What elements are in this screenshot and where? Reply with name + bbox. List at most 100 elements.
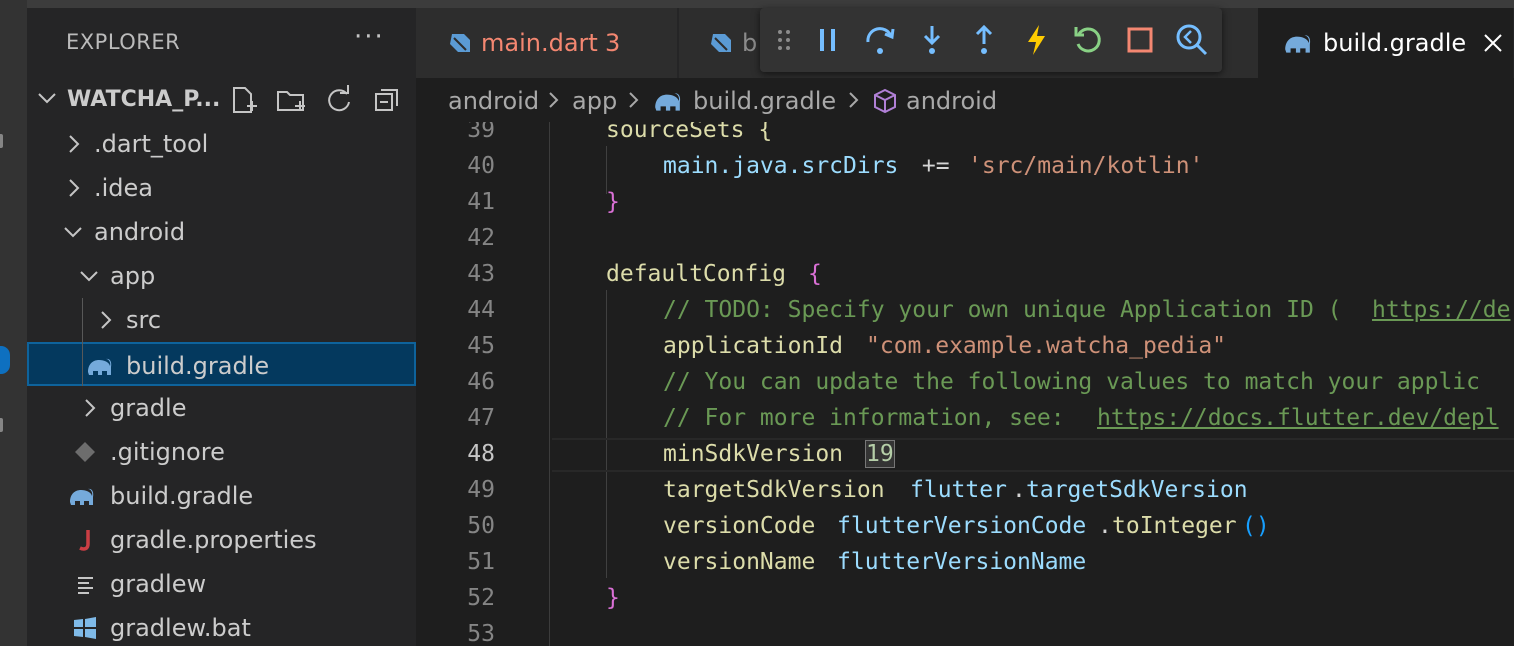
chevron-right-icon — [629, 92, 639, 108]
line-number: 39 — [467, 122, 495, 143]
tab-label: b — [742, 29, 758, 57]
chevron-right-icon — [85, 399, 96, 417]
tree-item-gradle-folder[interactable]: gradle — [27, 386, 416, 430]
code-line: 50 versionCode flutterVersionCode . toIn… — [416, 510, 1514, 546]
tree-item-label: gradle — [110, 394, 187, 422]
windows-icon — [74, 617, 96, 639]
explorer-header: EXPLORER ··· — [27, 22, 416, 66]
breadcrumb-item-android-symbol[interactable]: android — [906, 87, 997, 115]
devtools-icon[interactable] — [1174, 22, 1210, 58]
code-text: // You can update the following values t… — [663, 369, 1480, 395]
tree-item-label: gradlew — [110, 570, 207, 598]
tree-item-gradlew-bat[interactable]: gradlew.bat — [27, 606, 416, 646]
refresh-icon[interactable] — [323, 84, 355, 116]
code-editor[interactable]: 39 sourceSets { 40 main.java.srcDirs += … — [416, 122, 1514, 646]
code-text: . — [1012, 477, 1026, 503]
tab-build-gradle[interactable]: build.gradle — [1258, 8, 1514, 78]
code-text: versionCode — [663, 513, 816, 539]
code-text: "com.example.watcha_pedia" — [866, 333, 1227, 359]
code-line: 45 applicationId "com.example.watcha_ped… — [416, 330, 1514, 366]
code-line: 53 — [416, 618, 1514, 646]
code-text: main.java.srcDirs — [663, 153, 899, 179]
breadcrumb-item-app[interactable]: app — [572, 87, 617, 115]
tree-item-label: .gitignore — [110, 438, 225, 466]
more-actions-icon[interactable]: ··· — [354, 22, 385, 52]
code-text: flutterVersionName — [837, 549, 1087, 575]
chevron-right-icon — [849, 92, 859, 108]
new-folder-icon[interactable] — [275, 84, 307, 116]
tree-item-idea[interactable]: .idea — [27, 166, 416, 210]
code-line-current: 48 minSdkVersion 19 — [416, 438, 1514, 474]
line-number: 49 — [467, 477, 495, 503]
code-link[interactable]: https://docs.flutter.dev/depl — [1097, 405, 1499, 431]
breadcrumb-item-android[interactable]: android — [448, 87, 539, 115]
activity-bar — [0, 0, 27, 646]
line-number: 46 — [467, 369, 495, 395]
code-text: { — [808, 261, 822, 287]
breadcrumb-item-build-gradle[interactable]: build.gradle — [693, 87, 836, 115]
code-text: // For more information, see: — [663, 405, 1079, 431]
tree-item-dart-tool[interactable]: .dart_tool — [27, 122, 416, 166]
stop-icon[interactable] — [1122, 22, 1158, 58]
line-number: 41 — [467, 189, 495, 215]
tree-item-label: .dart_tool — [94, 130, 209, 158]
tree-item-gitignore[interactable]: .gitignore — [27, 430, 416, 474]
code-line: 40 main.java.srcDirs += 'src/main/kotlin… — [416, 150, 1514, 186]
editor-area: main.dart 3 b build.gradle android app b… — [416, 0, 1514, 646]
sidebar-top-strip — [27, 0, 416, 8]
gradle-elephant-icon — [655, 93, 681, 111]
tree-item-app-build-gradle[interactable]: build.gradle — [27, 342, 416, 386]
pause-icon[interactable] — [810, 22, 846, 58]
code-text: flutter — [910, 477, 1007, 503]
tree-item-label: android — [94, 218, 186, 246]
tree-item-gradlew[interactable]: gradlew — [27, 562, 416, 606]
collapse-all-icon[interactable] — [371, 84, 403, 116]
chevron-right-icon — [101, 311, 112, 329]
tree-item-root-build-gradle[interactable]: build.gradle — [27, 474, 416, 518]
code-link[interactable]: https://de — [1372, 297, 1510, 323]
code-line: 51 versionName flutterVersionName — [416, 546, 1514, 582]
tree-item-src[interactable]: src — [27, 298, 416, 342]
restart-icon[interactable] — [1070, 22, 1106, 58]
project-header[interactable]: WATCHA_P... — [27, 78, 416, 122]
step-into-icon[interactable] — [914, 22, 950, 58]
step-out-icon[interactable] — [966, 22, 1002, 58]
tree-indent-guide — [82, 298, 83, 386]
tree-item-android[interactable]: android — [27, 210, 416, 254]
tree-item-gradle-properties[interactable]: gradle.properties — [27, 518, 416, 562]
activity-badge[interactable] — [0, 346, 10, 374]
code-text: minSdkVersion — [663, 441, 844, 467]
chevron-down-icon — [80, 271, 98, 282]
code-text: targetSdkVersion — [1026, 477, 1248, 503]
code-text: . — [1098, 513, 1112, 539]
tab-main-dart[interactable]: main.dart 3 — [416, 8, 678, 78]
code-text: } — [606, 585, 620, 611]
close-icon[interactable] — [1480, 30, 1506, 56]
gradle-elephant-icon — [88, 358, 112, 375]
gradle-elephant-icon — [70, 488, 94, 505]
drag-handle-icon[interactable] — [772, 22, 796, 58]
new-file-icon[interactable] — [227, 84, 259, 116]
tree-item-app[interactable]: app — [27, 254, 416, 298]
chevron-down-icon[interactable] — [35, 86, 59, 110]
activity-mark — [0, 418, 3, 432]
tree-item-label: app — [110, 262, 156, 290]
hot-reload-icon[interactable] — [1018, 22, 1054, 58]
project-name: WATCHA_P... — [67, 87, 221, 112]
dart-icon — [711, 34, 731, 52]
tree-item-label: gradle.properties — [110, 526, 317, 554]
code-line: 39 sourceSets { — [416, 122, 1514, 150]
code-text: += — [908, 153, 964, 179]
explorer-sidebar: EXPLORER ··· WATCHA_P... .dart_tool .ide… — [27, 0, 416, 646]
tree-item-label: build.gradle — [110, 482, 254, 510]
dart-icon — [450, 34, 470, 52]
code-line: 47 // For more information, see: https:/… — [416, 402, 1514, 438]
code-line: 44 // TODO: Specify your own unique Appl… — [416, 294, 1514, 330]
line-number: 53 — [467, 621, 495, 646]
code-text: flutterVersionCode — [837, 513, 1087, 539]
tree-item-label: gradlew.bat — [110, 614, 251, 642]
line-number: 47 — [467, 405, 495, 431]
problem-count-badge: 3 — [605, 29, 621, 57]
step-over-icon[interactable] — [862, 22, 898, 58]
line-number: 52 — [467, 585, 495, 611]
